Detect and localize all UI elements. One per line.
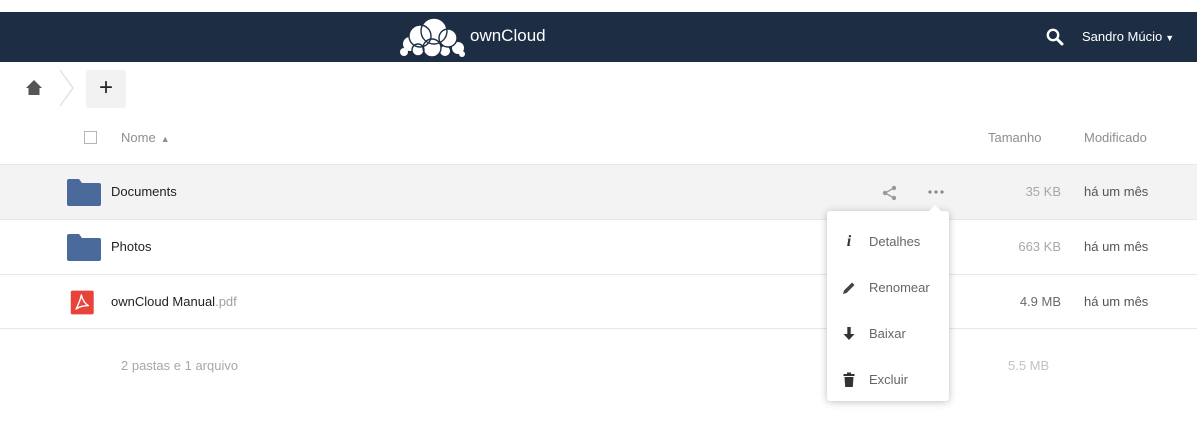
file-row[interactable]: ownCloud Manual.pdf 4.9 MB há um mês bbox=[0, 274, 1197, 329]
column-header-modified[interactable]: Modificado bbox=[1084, 130, 1147, 145]
menu-item-rename[interactable]: Renomear bbox=[827, 268, 949, 308]
file-size: 35 KB bbox=[1025, 184, 1061, 199]
file-row[interactable]: Photos 663 KB há um mês bbox=[0, 219, 1197, 274]
menu-item-label: Baixar bbox=[869, 326, 906, 341]
file-name-text: Documents bbox=[111, 184, 177, 199]
folder-icon bbox=[67, 179, 101, 206]
select-all-checkbox[interactable] bbox=[84, 131, 97, 144]
file-ext: .pdf bbox=[215, 294, 237, 309]
owncloud-logo-icon bbox=[400, 17, 465, 58]
file-name[interactable]: Photos bbox=[111, 239, 151, 254]
new-file-button[interactable]: + bbox=[86, 70, 126, 108]
column-header-size[interactable]: Tamanho bbox=[988, 130, 1041, 145]
file-row[interactable]: Documents 35 KB há um mês bbox=[0, 164, 1197, 219]
top-header: ownCloud Sandro Múcio ▼ bbox=[0, 12, 1197, 62]
menu-item-delete[interactable]: Excluir bbox=[827, 360, 949, 400]
summary-total-size: 5.5 MB bbox=[1008, 358, 1050, 373]
menu-arrow bbox=[927, 205, 943, 213]
file-modified: há um mês bbox=[1084, 239, 1149, 254]
more-actions-icon[interactable] bbox=[925, 182, 947, 200]
user-menu-button[interactable]: Sandro Múcio ▼ bbox=[1082, 29, 1174, 44]
download-icon bbox=[843, 327, 855, 340]
breadcrumb-separator-icon bbox=[59, 69, 74, 107]
file-name[interactable]: Documents bbox=[111, 184, 177, 199]
menu-item-label: Excluir bbox=[869, 372, 909, 387]
file-actions-menu: i Detalhes Renomear Baixar Excluir bbox=[827, 211, 949, 401]
menu-item-download[interactable]: Baixar bbox=[827, 314, 949, 354]
summary-count: 2 pastas e 1 arquivo bbox=[121, 358, 239, 373]
user-name: Sandro Múcio bbox=[1082, 29, 1163, 44]
file-name-text: Photos bbox=[111, 239, 152, 254]
home-icon[interactable] bbox=[24, 78, 44, 98]
sort-up-icon: ▲ bbox=[160, 134, 170, 144]
share-icon[interactable] bbox=[881, 184, 899, 202]
file-size: 663 KB bbox=[1018, 239, 1061, 254]
folder-icon bbox=[67, 234, 101, 261]
file-name[interactable]: ownCloud Manual.pdf bbox=[111, 294, 237, 309]
file-name-text: ownCloud Manual bbox=[111, 294, 216, 309]
pdf-icon bbox=[70, 290, 94, 315]
app-name: ownCloud bbox=[470, 26, 546, 45]
search-icon[interactable] bbox=[1045, 27, 1065, 47]
column-header-name[interactable]: Nome ▲ bbox=[121, 130, 170, 145]
info-icon: i bbox=[846, 233, 852, 250]
column-name-label: Nome bbox=[121, 130, 156, 145]
file-modified: há um mês bbox=[1084, 184, 1149, 199]
trash-icon bbox=[843, 372, 855, 387]
menu-item-label: Detalhes bbox=[869, 234, 921, 249]
pencil-icon bbox=[843, 282, 855, 294]
file-modified: há um mês bbox=[1084, 294, 1149, 309]
caret-down-icon: ▼ bbox=[1165, 33, 1175, 43]
menu-item-details[interactable]: i Detalhes bbox=[827, 222, 949, 262]
menu-item-label: Renomear bbox=[869, 280, 930, 295]
file-size: 4.9 MB bbox=[1019, 294, 1061, 309]
